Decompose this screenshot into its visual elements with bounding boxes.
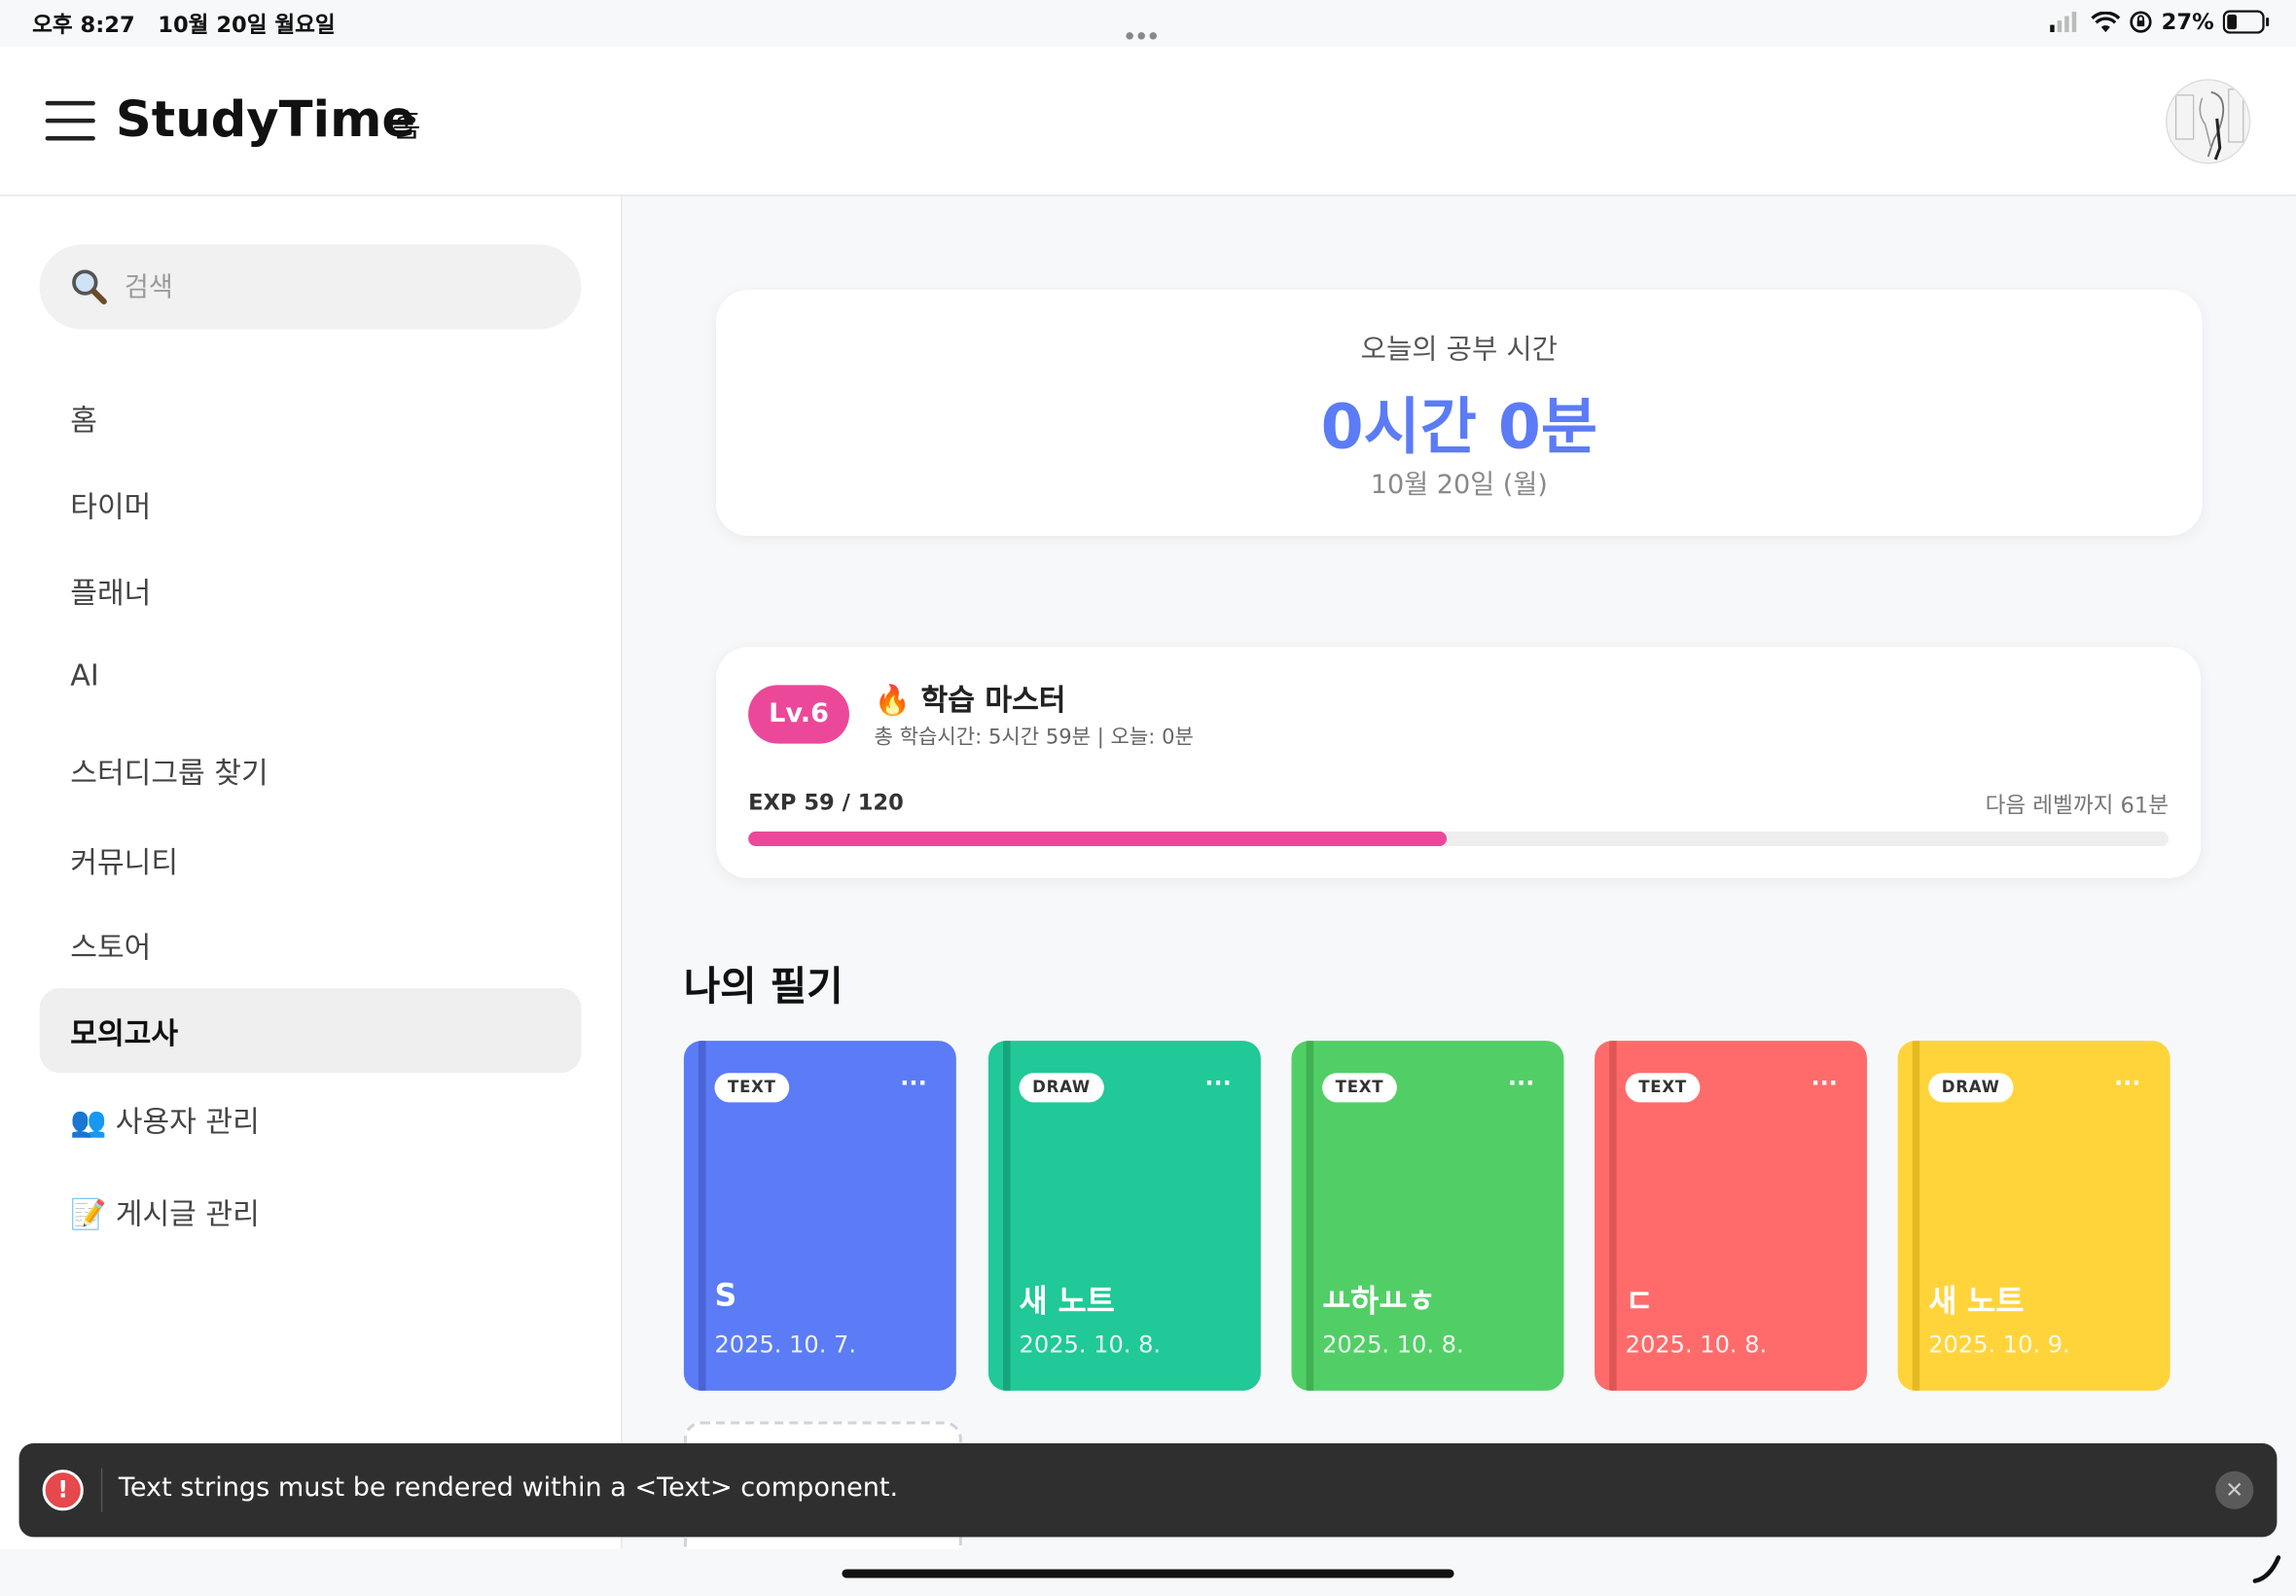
note-type-badge: TEXT <box>1322 1073 1397 1103</box>
note-title: S <box>714 1277 737 1314</box>
note-date: 2025. 10. 9. <box>1928 1330 2070 1359</box>
app-title: StudyTime <box>115 90 416 150</box>
users-icon: 👥 <box>70 1103 107 1139</box>
note-title: 새 노트 <box>1019 1283 1115 1320</box>
battery-percent: 27% <box>2161 9 2214 36</box>
notes-section-title: 나의 필기 <box>683 964 843 1011</box>
sidebar-item-label: 스터디그룹 찾기 <box>70 755 269 791</box>
more-options-icon[interactable]: ··· <box>900 1071 926 1094</box>
more-options-icon[interactable]: ··· <box>1811 1071 1837 1094</box>
app-header: StudyTime 홈 <box>0 47 2296 196</box>
level-badge: Lv.6 <box>748 685 849 744</box>
wifi-icon <box>2091 11 2121 32</box>
next-level-text: 다음 레벨까지 61분 <box>1985 792 2170 819</box>
note-spine <box>698 1041 706 1391</box>
note-card[interactable]: DRAW ··· 새 노트 2025. 10. 8. <box>987 1041 1261 1391</box>
close-icon[interactable]: ✕ <box>2215 1471 2254 1509</box>
sidebar-item-label: 사용자 관리 <box>115 1103 260 1139</box>
sidebar-item-user-management[interactable]: 👥 사용자 관리 <box>40 1076 582 1160</box>
note-spine <box>1002 1041 1011 1391</box>
today-study-label: 오늘의 공부 시간 <box>1360 334 1559 367</box>
note-card[interactable]: TEXT ··· ㄷ 2025. 10. 8. <box>1595 1041 1868 1391</box>
memo-icon: 📝 <box>70 1195 107 1231</box>
level-title: 🔥 학습 마스터 <box>874 682 1066 718</box>
today-study-card: 오늘의 공부 시간 0시간 0분 10월 20일 (월) <box>715 290 2203 536</box>
home-indicator[interactable] <box>842 1569 1454 1578</box>
more-options-icon[interactable]: ··· <box>1204 1071 1231 1094</box>
note-card[interactable]: DRAW ··· 새 노트 2025. 10. 9. <box>1897 1041 2170 1391</box>
multitasking-dots-icon[interactable] <box>1126 18 1161 46</box>
level-subtitle: 총 학습시간: 5시간 59분 | 오늘: 0분 <box>874 726 1194 750</box>
note-spine <box>1912 1041 1920 1391</box>
sidebar-item-label: 플래너 <box>70 575 152 611</box>
search-icon <box>72 269 107 305</box>
note-type-badge: DRAW <box>1019 1073 1104 1103</box>
orientation-lock-icon <box>2130 11 2152 33</box>
note-spine <box>1306 1041 1314 1391</box>
note-type-badge: TEXT <box>714 1073 790 1103</box>
note-type-badge: TEXT <box>1625 1073 1701 1103</box>
note-date: 2025. 10. 8. <box>1322 1330 1464 1359</box>
error-toast: ! Text strings must be rendered within a… <box>18 1443 2278 1538</box>
today-date: 10월 20일 (월) <box>1370 470 1548 501</box>
hamburger-menu-icon[interactable] <box>45 100 95 142</box>
exp-text: EXP 59 / 120 <box>748 789 904 816</box>
status-time: 오후 8:27 <box>32 12 135 39</box>
exp-progress-fill <box>748 831 1447 846</box>
note-type-badge: DRAW <box>1928 1073 2014 1103</box>
sidebar-item-planner[interactable]: 플래너 <box>40 548 582 632</box>
note-date: 2025. 10. 7. <box>714 1330 857 1359</box>
sidebar-item-timer[interactable]: 타이머 <box>40 461 582 546</box>
more-options-icon[interactable]: ··· <box>1508 1071 1534 1094</box>
note-card[interactable]: TEXT ··· S 2025. 10. 7. <box>683 1041 956 1391</box>
avatar-sketch-image <box>2167 80 2249 163</box>
toast-message: Text strings must be rendered within a <… <box>118 1472 899 1504</box>
error-icon: ! <box>42 1470 84 1511</box>
sidebar-item-study-groups[interactable]: 스터디그룹 찾기 <box>40 727 582 812</box>
sidebar-item-label: 스토어 <box>70 929 152 965</box>
toast-divider <box>100 1468 103 1512</box>
exp-progress-bar <box>748 831 2170 846</box>
cellular-signal-icon <box>2050 12 2077 33</box>
sidebar-item-ai[interactable]: AI <box>40 635 582 720</box>
status-date: 10월 20일 월요일 <box>158 12 336 39</box>
sidebar-item-label: 커뮤니티 <box>70 844 179 880</box>
note-title: 새 노트 <box>1928 1283 2025 1320</box>
sidebar-item-label: 타이머 <box>70 488 152 524</box>
search-input[interactable] <box>124 267 550 306</box>
note-title: ㄷ <box>1625 1283 1654 1320</box>
search-bar[interactable] <box>39 244 582 330</box>
more-options-icon[interactable]: ··· <box>2114 1071 2140 1094</box>
sidebar-item-label: 홈 <box>70 402 97 439</box>
note-date: 2025. 10. 8. <box>1625 1330 1768 1359</box>
sidebar-item-post-management[interactable]: 📝 게시글 관리 <box>40 1168 582 1253</box>
sidebar-item-label: 모의고사 <box>70 1015 179 1051</box>
sidebar-item-label: AI <box>70 656 99 692</box>
user-avatar[interactable] <box>2166 79 2251 164</box>
note-card[interactable]: TEXT ··· ㅛ하ㅛㅎ 2025. 10. 8. <box>1291 1041 1564 1391</box>
battery-icon <box>2222 10 2270 34</box>
note-date: 2025. 10. 8. <box>1019 1330 1162 1359</box>
sidebar-item-community[interactable]: 커뮤니티 <box>40 817 582 902</box>
level-card: Lv.6 🔥 학습 마스터 총 학습시간: 5시간 59분 | 오늘: 0분 E… <box>715 647 2202 879</box>
status-bar: 오후 8:27 10월 20일 월요일 27% <box>0 0 2296 48</box>
page-breadcrumb: 홈 <box>392 108 421 144</box>
note-spine <box>1609 1041 1617 1391</box>
sidebar-item-store[interactable]: 스토어 <box>40 902 582 986</box>
sidebar: 홈 타이머 플래너 AI 스터디그룹 찾기 커뮤니티 스토어 모의고사 👥사용자… <box>0 195 623 1549</box>
note-title: ㅛ하ㅛㅎ <box>1322 1283 1436 1320</box>
pencil-tool-icon[interactable] <box>2249 1551 2284 1586</box>
sidebar-item-mock-exam[interactable]: 모의고사 <box>39 987 582 1074</box>
sidebar-item-label: 게시글 관리 <box>115 1195 260 1231</box>
today-study-time: 0시간 0분 <box>1320 390 1598 463</box>
sidebar-item-home[interactable]: 홈 <box>40 374 582 459</box>
